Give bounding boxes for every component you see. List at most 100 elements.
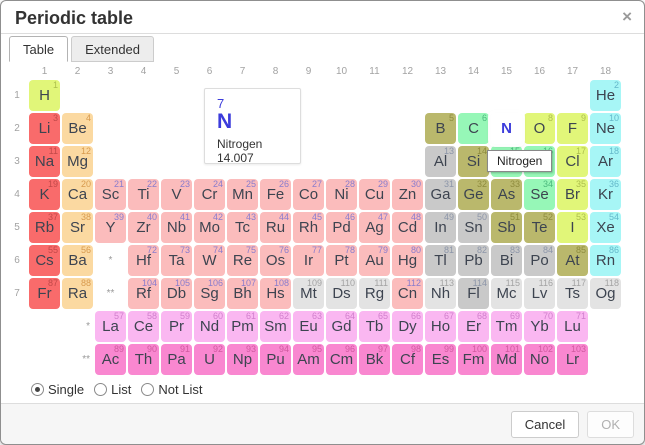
element-tile-pt[interactable]: 78Pt [326,245,357,276]
element-tile-dy[interactable]: 66Dy [392,311,423,342]
element-tile-mc[interactable]: 115Mc [491,278,522,309]
element-tile-mo[interactable]: 42Mo [194,212,225,243]
element-tile-es[interactable]: 99Es [425,344,456,375]
element-tile-sb[interactable]: 51Sb [491,212,522,243]
element-tile-rb[interactable]: 37Rb [29,212,60,243]
element-tile-lr[interactable]: 103Lr [557,344,588,375]
element-tile-fl[interactable]: 114Fl [458,278,489,309]
element-tile-ho[interactable]: 67Ho [425,311,456,342]
element-tile-kr[interactable]: 36Kr [590,179,621,210]
element-tile-rh[interactable]: 45Rh [293,212,324,243]
element-tile-tm[interactable]: 69Tm [491,311,522,342]
element-tile-lv[interactable]: 116Lv [524,278,555,309]
element-tile-ra[interactable]: 88Ra [62,278,93,309]
element-tile-i[interactable]: 53I [557,212,588,243]
element-tile-os[interactable]: 76Os [260,245,291,276]
element-tile-cm[interactable]: 96Cm [326,344,357,375]
element-tile-ag[interactable]: 47Ag [359,212,390,243]
element-tile-b[interactable]: 5B [425,113,456,144]
element-tile-tc[interactable]: 43Tc [227,212,258,243]
element-tile-ac[interactable]: 89Ac [95,344,126,375]
element-tile-na[interactable]: 11Na [29,146,60,177]
element-tile-li[interactable]: 3Li [29,113,60,144]
element-tile-og[interactable]: 118Og [590,278,621,309]
element-tile-y[interactable]: 39Y [95,212,126,243]
element-tile-mt[interactable]: 109Mt [293,278,324,309]
radio-list-icon[interactable] [94,383,107,396]
element-tile-nb[interactable]: 41Nb [161,212,192,243]
element-tile-er[interactable]: 68Er [458,311,489,342]
element-tile-nh[interactable]: 113Nh [425,278,456,309]
element-tile-cd[interactable]: 48Cd [392,212,423,243]
element-tile-tl[interactable]: 81Tl [425,245,456,276]
element-tile-ba[interactable]: 56Ba [62,245,93,276]
tab-table[interactable]: Table [9,36,68,62]
element-tile-c[interactable]: 6C [458,113,489,144]
element-tile-ne[interactable]: 10Ne [590,113,621,144]
element-tile-ta[interactable]: 73Ta [161,245,192,276]
element-tile-sn[interactable]: 50Sn [458,212,489,243]
element-tile-re[interactable]: 75Re [227,245,258,276]
element-tile-sc[interactable]: 21Sc [95,179,126,210]
element-tile-md[interactable]: 101Md [491,344,522,375]
element-tile-fm[interactable]: 100Fm [458,344,489,375]
element-tile-o[interactable]: 8O [524,113,555,144]
element-tile-al[interactable]: 13Al [425,146,456,177]
element-tile-zr[interactable]: 40Zr [128,212,159,243]
element-tile-rf[interactable]: 104Rf [128,278,159,309]
element-tile-po[interactable]: 84Po [524,245,555,276]
element-tile-au[interactable]: 79Au [359,245,390,276]
element-tile-hg[interactable]: 80Hg [392,245,423,276]
element-tile-gd[interactable]: 64Gd [326,311,357,342]
element-tile-cu[interactable]: 29Cu [359,179,390,210]
tab-extended[interactable]: Extended [71,36,154,62]
element-tile-cf[interactable]: 98Cf [392,344,423,375]
element-tile-fr[interactable]: 87Fr [29,278,60,309]
radio-not-list-icon[interactable] [141,383,154,396]
element-tile-rg[interactable]: 111Rg [359,278,390,309]
element-tile-co[interactable]: 27Co [293,179,324,210]
element-tile-v[interactable]: 23V [161,179,192,210]
element-tile-br[interactable]: 35Br [557,179,588,210]
element-tile-cn[interactable]: 112Cn [392,278,423,309]
element-tile-pd[interactable]: 46Pd [326,212,357,243]
element-tile-mn[interactable]: 25Mn [227,179,258,210]
element-tile-f[interactable]: 9F [557,113,588,144]
element-tile-sm[interactable]: 62Sm [260,311,291,342]
element-tile-ts[interactable]: 117Ts [557,278,588,309]
element-tile-rn[interactable]: 86Rn [590,245,621,276]
element-tile-he[interactable]: 2He [590,80,621,111]
element-tile-lu[interactable]: 71Lu [557,311,588,342]
ok-button[interactable]: OK [587,411,634,438]
element-tile-u[interactable]: 92U [194,344,225,375]
element-tile-in[interactable]: 49In [425,212,456,243]
element-tile-se[interactable]: 34Se [524,179,555,210]
radio-single[interactable]: Single [31,382,84,397]
element-tile-tb[interactable]: 65Tb [359,311,390,342]
element-tile-cs[interactable]: 55Cs [29,245,60,276]
element-tile-bk[interactable]: 97Bk [359,344,390,375]
element-tile-mg[interactable]: 12Mg [62,146,93,177]
element-tile-ge[interactable]: 32Ge [458,179,489,210]
element-tile-pa[interactable]: 91Pa [161,344,192,375]
element-tile-as[interactable]: 33As [491,179,522,210]
element-tile-pm[interactable]: 61Pm [227,311,258,342]
element-tile-xe[interactable]: 54Xe [590,212,621,243]
element-tile-k[interactable]: 19K [29,179,60,210]
element-tile-at[interactable]: 85At [557,245,588,276]
element-tile-no[interactable]: 102No [524,344,555,375]
element-tile-ru[interactable]: 44Ru [260,212,291,243]
element-tile-ir[interactable]: 77Ir [293,245,324,276]
element-tile-ar[interactable]: 18Ar [590,146,621,177]
cancel-button[interactable]: Cancel [511,411,579,438]
element-tile-nd[interactable]: 60Nd [194,311,225,342]
element-tile-eu[interactable]: 63Eu [293,311,324,342]
element-tile-sg[interactable]: 106Sg [194,278,225,309]
element-tile-ce[interactable]: 58Ce [128,311,159,342]
close-icon[interactable]: × [622,7,632,27]
element-tile-am[interactable]: 95Am [293,344,324,375]
element-tile-pb[interactable]: 82Pb [458,245,489,276]
element-tile-pr[interactable]: 59Pr [161,311,192,342]
element-tile-hf[interactable]: 72Hf [128,245,159,276]
element-tile-hs[interactable]: 108Hs [260,278,291,309]
